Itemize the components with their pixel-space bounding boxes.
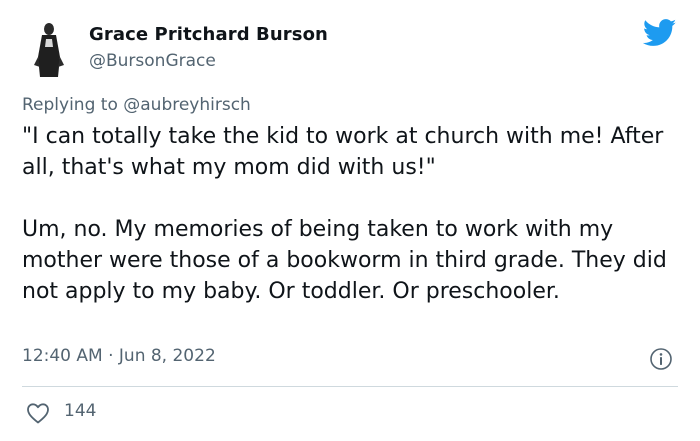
like-count: 144 — [64, 401, 97, 421]
tweet-paragraph-2: Um, no. My memories of being taken to wo… — [22, 217, 667, 304]
heart-icon[interactable] — [26, 402, 50, 424]
avatar[interactable] — [22, 17, 76, 80]
tweet-text: "I can totally take the kid to work at c… — [22, 121, 682, 307]
replying-to-label: Replying to — [22, 95, 124, 115]
avatar-image — [22, 17, 76, 80]
info-icon[interactable] — [649, 347, 673, 371]
author-handle[interactable]: @BursonGrace — [89, 51, 216, 71]
replying-to: Replying to @aubreyhirsch — [22, 95, 251, 115]
twitter-bird-icon[interactable] — [643, 19, 677, 47]
author-name[interactable]: Grace Pritchard Burson — [89, 24, 328, 45]
divider — [22, 386, 678, 387]
reply-mention-link[interactable]: @aubreyhirsch — [123, 95, 251, 115]
tweet-paragraph-1: "I can totally take the kid to work at c… — [22, 124, 664, 180]
tweet-timestamp[interactable]: 12:40 AM · Jun 8, 2022 — [22, 346, 216, 366]
